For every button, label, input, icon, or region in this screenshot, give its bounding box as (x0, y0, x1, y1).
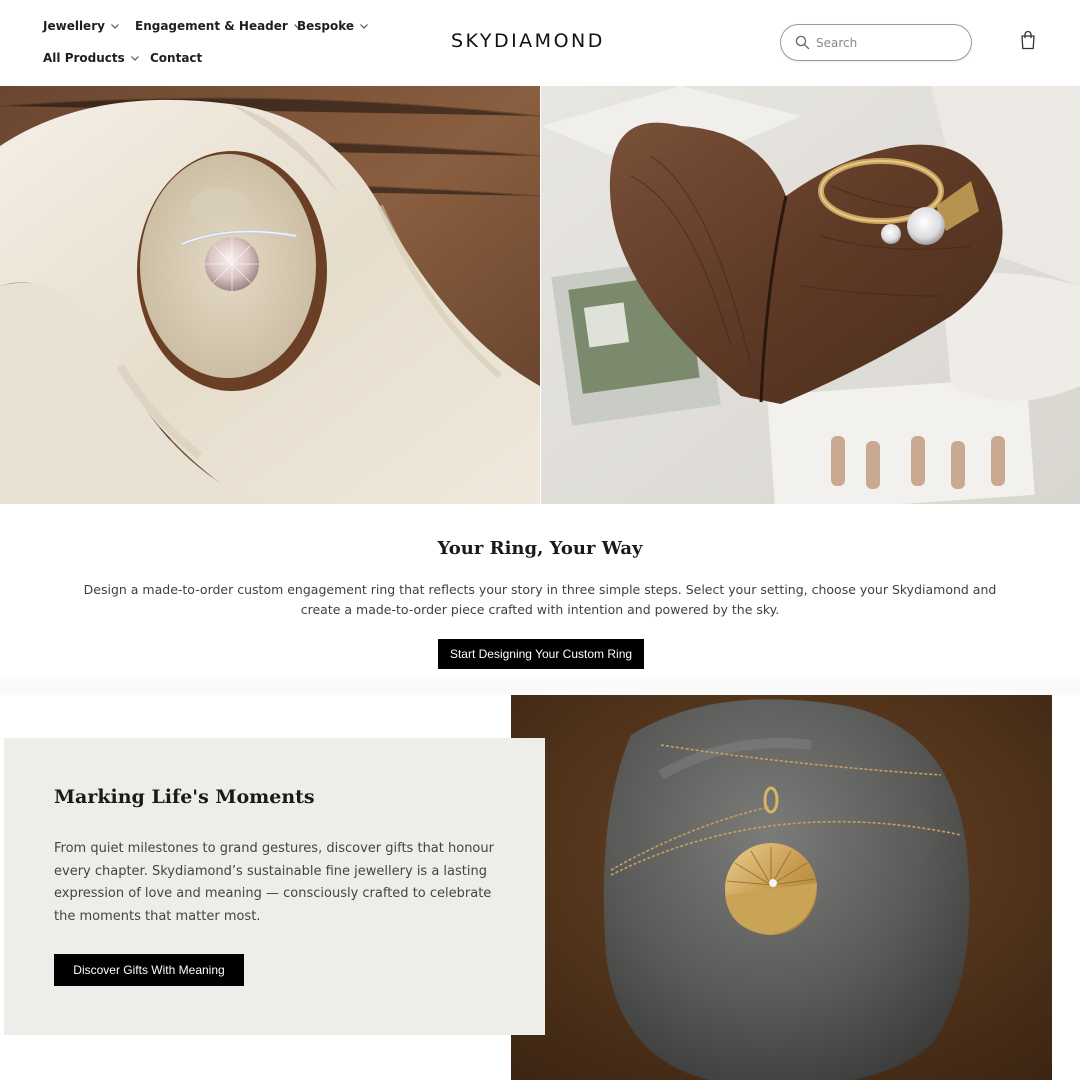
nav-label: All Products (43, 51, 125, 65)
nav-all-products[interactable]: All Products (43, 51, 140, 65)
chevron-down-icon (360, 24, 368, 29)
sunburst-pendant-photo (511, 695, 1052, 1080)
search-box[interactable] (780, 24, 972, 61)
shopping-bag-icon[interactable] (1019, 30, 1037, 50)
site-header: Jewellery Engagement & Header Bespoke Al… (0, 0, 1080, 86)
moments-heading: Marking Life's Moments (54, 786, 315, 808)
custom-ring-heading: Your Ring, Your Way (437, 538, 643, 559)
discover-gifts-button[interactable]: Discover Gifts With Meaning (54, 954, 244, 986)
search-input[interactable] (816, 35, 956, 50)
search-icon[interactable] (795, 35, 810, 50)
nav-label: Contact (150, 51, 203, 65)
chevron-down-icon (130, 56, 139, 61)
section-divider (0, 677, 1080, 695)
site-logo[interactable]: SKYDIAMOND (451, 30, 621, 52)
nav-bespoke[interactable]: Bespoke (297, 19, 369, 33)
pendant-on-stone-image[interactable] (511, 695, 1052, 1080)
nav-label: Bespoke (297, 19, 355, 33)
start-designing-button[interactable]: Start Designing Your Custom Ring (438, 639, 644, 669)
moments-description: From quiet milestones to grand gestures,… (54, 841, 494, 924)
nav-engagement[interactable]: Engagement & Header (135, 19, 303, 33)
hero-image-heart-box-ring[interactable] (541, 86, 1080, 504)
nav-contact[interactable]: Contact (150, 51, 202, 65)
custom-ring-description: Design a made-to-order custom engagement… (83, 582, 997, 617)
heart-box-ring-photo (541, 86, 1080, 504)
nav-label: Jewellery (43, 19, 105, 33)
chevron-down-icon (111, 24, 119, 29)
nav-label: Engagement & Header (135, 19, 288, 33)
nav-jewellery[interactable]: Jewellery (43, 19, 120, 33)
hero-image-solitaire-ring[interactable] (0, 86, 540, 504)
solitaire-ring-photo (0, 86, 540, 504)
